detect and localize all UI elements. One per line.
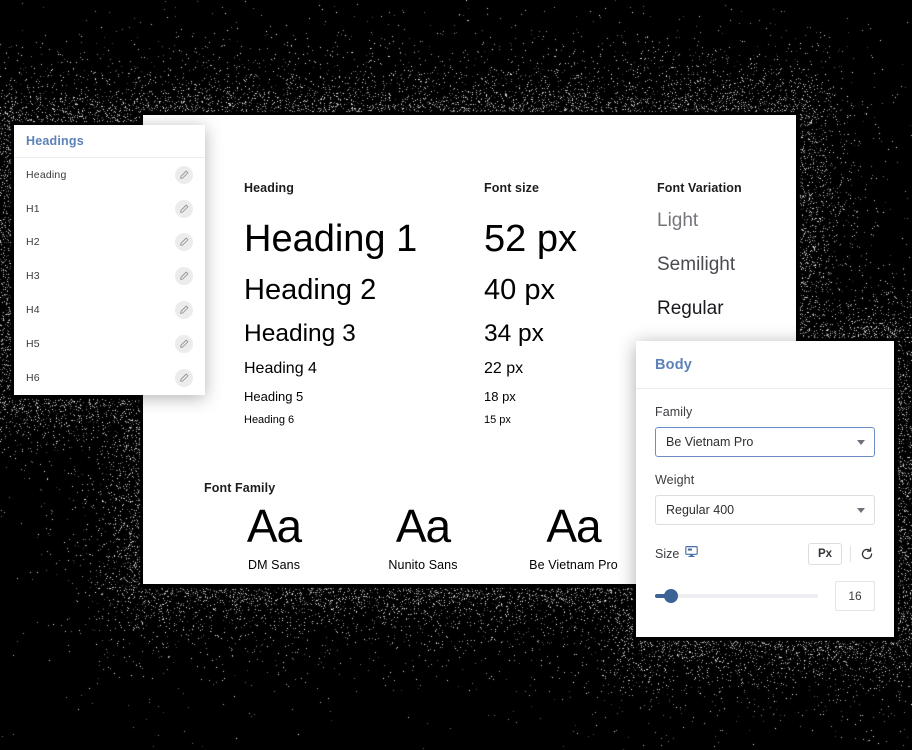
- font-size-value-h1: 52 px: [484, 220, 577, 258]
- heading-sample-h3: Heading 3: [244, 322, 417, 347]
- font-size-value-h6: 15 px: [484, 415, 577, 426]
- heading-list-item-label: H4: [26, 304, 40, 316]
- reset-icon[interactable]: [859, 546, 875, 562]
- heading-list-item-label: H6: [26, 372, 40, 384]
- pencil-icon[interactable]: [175, 200, 193, 218]
- slider-thumb[interactable]: [664, 589, 678, 603]
- heading-list-item-label: H2: [26, 236, 40, 248]
- column-header-font-size: Font size: [484, 181, 539, 195]
- font-family-name: Nunito Sans: [368, 558, 478, 572]
- chevron-down-icon: [857, 440, 865, 445]
- font-size-values-column: 52 px 40 px 34 px 22 px 18 px 15 px: [484, 220, 577, 426]
- size-unit-group: Px: [808, 543, 875, 565]
- font-family-card-be-vietnam-pro[interactable]: Aa Be Vietnam Pro: [516, 503, 631, 572]
- body-panel-content: Family Be Vietnam Pro Weight Regular 400…: [636, 389, 894, 611]
- heading-list-item-label: H3: [26, 270, 40, 282]
- heading-samples-column: Heading 1 Heading 2 Heading 3 Heading 4 …: [244, 220, 417, 426]
- heading-list-item-h1[interactable]: H1: [14, 192, 205, 226]
- column-header-font-variation: Font Variation: [657, 181, 742, 195]
- headings-list-card: Headings Heading H1 H2 H3 H4 H5 H6: [14, 125, 205, 395]
- slider-track: [655, 594, 818, 598]
- heading-list-item-h4[interactable]: H4: [14, 293, 205, 327]
- heading-list-item-heading[interactable]: Heading: [14, 158, 205, 192]
- body-panel-header: Body: [636, 341, 894, 389]
- heading-sample-h4: Heading 4: [244, 361, 417, 377]
- font-variation-semilight: Semilight: [657, 254, 735, 276]
- pencil-icon[interactable]: [175, 369, 193, 387]
- size-slider[interactable]: [655, 588, 818, 604]
- size-label-group: Size: [655, 545, 698, 563]
- family-select[interactable]: Be Vietnam Pro: [655, 427, 875, 457]
- family-field-label: Family: [655, 405, 875, 419]
- headings-card-header: Headings: [14, 125, 205, 158]
- size-value-input[interactable]: 16: [835, 581, 875, 611]
- desktop-monitor-icon[interactable]: [685, 545, 698, 563]
- heading-sample-h1: Heading 1: [244, 220, 417, 258]
- heading-list-item-h6[interactable]: H6: [14, 361, 205, 395]
- heading-sample-h2: Heading 2: [244, 276, 417, 305]
- toolbar-divider: [850, 546, 851, 562]
- body-panel-title: Body: [655, 357, 692, 373]
- pencil-icon[interactable]: [175, 166, 193, 184]
- font-size-value-h3: 34 px: [484, 322, 577, 347]
- size-control-header: Size Px: [655, 543, 875, 565]
- weight-field-label: Weight: [655, 473, 875, 487]
- heading-sample-h6: Heading 6: [244, 415, 417, 426]
- unit-px-button[interactable]: Px: [808, 543, 842, 565]
- font-specimen-glyph: Aa: [368, 503, 478, 549]
- heading-list-item-h2[interactable]: H2: [14, 226, 205, 260]
- pencil-icon[interactable]: [175, 335, 193, 353]
- heading-list-item-label: H1: [26, 203, 40, 215]
- font-variation-column: Light Semilight Regular: [657, 210, 735, 320]
- heading-list-item-label: Heading: [26, 169, 67, 181]
- weight-select[interactable]: Regular 400: [655, 495, 875, 525]
- font-specimen-glyph: Aa: [516, 503, 631, 549]
- font-family-card-dm-sans[interactable]: Aa DM Sans: [219, 503, 329, 572]
- font-size-value-h2: 40 px: [484, 276, 577, 305]
- body-settings-panel: Body Family Be Vietnam Pro Weight Regula…: [636, 341, 894, 637]
- font-family-card-nunito-sans[interactable]: Aa Nunito Sans: [368, 503, 478, 572]
- family-select-value: Be Vietnam Pro: [666, 435, 753, 449]
- font-size-value-h5: 18 px: [484, 390, 577, 403]
- heading-list-item-h5[interactable]: H5: [14, 327, 205, 361]
- heading-list-item-h3[interactable]: H3: [14, 259, 205, 293]
- font-variation-regular: Regular: [657, 298, 735, 320]
- font-variation-light: Light: [657, 210, 735, 232]
- field-spacer: [655, 457, 875, 473]
- font-family-name: DM Sans: [219, 558, 329, 572]
- font-family-section-title: Font Family: [204, 481, 275, 495]
- chevron-down-icon: [857, 508, 865, 513]
- pencil-icon[interactable]: [175, 267, 193, 285]
- font-size-value-h4: 22 px: [484, 361, 577, 377]
- font-family-name: Be Vietnam Pro: [516, 558, 631, 572]
- headings-card-title: Headings: [26, 134, 84, 148]
- font-specimen-glyph: Aa: [219, 503, 329, 549]
- size-slider-row: 16: [655, 581, 875, 611]
- column-header-heading: Heading: [244, 181, 294, 195]
- heading-sample-h5: Heading 5: [244, 390, 417, 403]
- weight-select-value: Regular 400: [666, 503, 734, 517]
- pencil-icon[interactable]: [175, 233, 193, 251]
- heading-list-item-label: H5: [26, 338, 40, 350]
- pencil-icon[interactable]: [175, 301, 193, 319]
- size-field-label: Size: [655, 547, 679, 561]
